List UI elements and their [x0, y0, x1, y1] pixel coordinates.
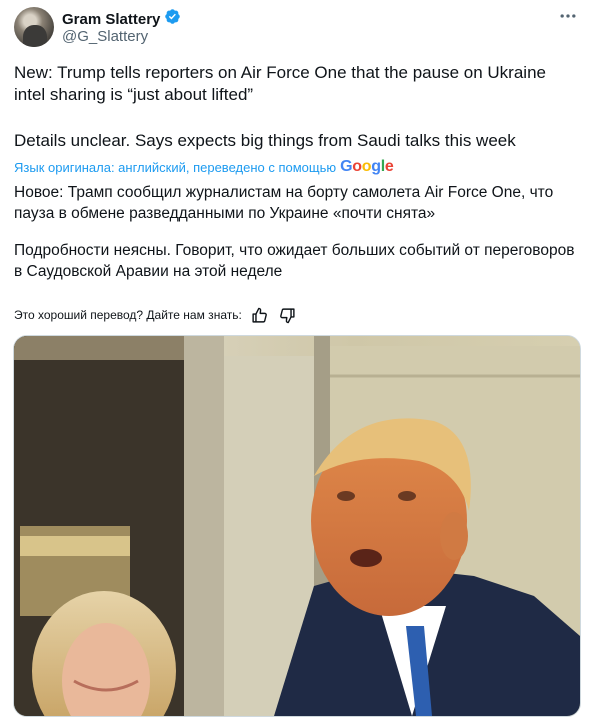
translation-label: Язык оригинала: английский, переведено с… — [14, 159, 337, 175]
feedback-prompt: Это хороший перевод? Дайте нам знать: — [14, 308, 242, 322]
translation-attribution[interactable]: Язык оригинала: английский, переведено с… — [14, 158, 394, 176]
tweet-header: Gram Slattery @G_Slattery — [14, 6, 580, 48]
translated-paragraph-1: Новое: Трамп сообщил журналистам на борт… — [14, 184, 554, 222]
press-photo-aircraft-cabin — [14, 336, 580, 716]
translated-paragraph-2: Подробности неясны. Говорит, что ожидает… — [14, 242, 575, 280]
author-name-row: Gram Slattery — [62, 8, 181, 30]
avatar[interactable] — [14, 7, 54, 47]
author-display-name[interactable]: Gram Slattery — [62, 11, 160, 28]
tweet-text-paragraph-2: Details unclear. Says expects big things… — [14, 131, 516, 150]
more-options-icon[interactable] — [556, 6, 580, 26]
verified-badge-icon — [164, 8, 181, 30]
google-logo: Google — [340, 158, 394, 175]
translation-feedback: Это хороший перевод? Дайте нам знать: — [14, 305, 298, 325]
thumbs-down-icon[interactable] — [278, 305, 298, 325]
author-handle[interactable]: @G_Slattery — [62, 28, 148, 45]
tweet-text-paragraph-1: New: Trump tells reporters on Air Force … — [14, 63, 546, 104]
tweet-media-photo[interactable] — [13, 335, 581, 717]
thumbs-up-icon[interactable] — [250, 305, 270, 325]
